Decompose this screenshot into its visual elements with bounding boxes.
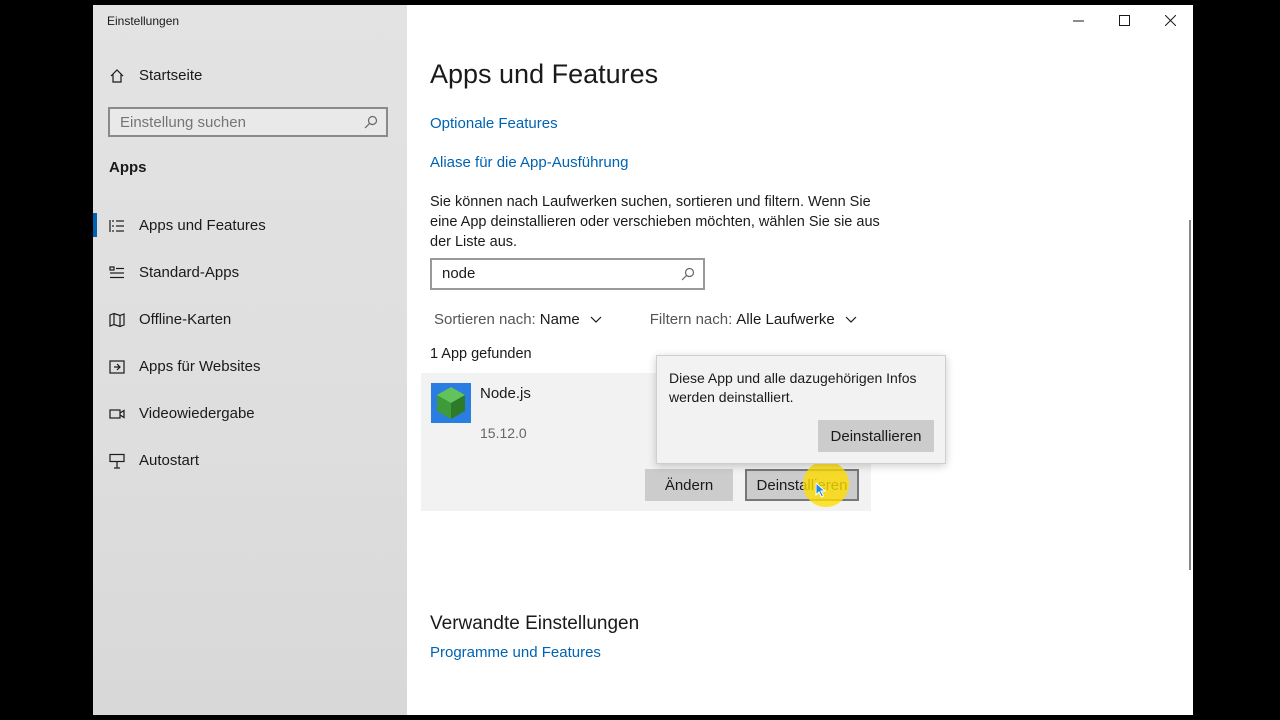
description-text: Sie können nach Laufwerken suchen, sorti… bbox=[430, 194, 880, 250]
sidebar-item-default-apps[interactable]: Standard-Apps bbox=[93, 249, 407, 296]
confirm-uninstall-button[interactable]: Deinstallieren bbox=[818, 420, 934, 452]
flyout-message: Diese App und alle dazugehörigen Infos w… bbox=[669, 370, 917, 405]
list-icon bbox=[109, 219, 124, 232]
sidebar-item-label: Apps für Websites bbox=[139, 358, 261, 375]
maximize-icon bbox=[1118, 14, 1130, 26]
sidebar-item-label: Apps und Features bbox=[139, 217, 266, 234]
window-controls bbox=[1055, 5, 1193, 35]
close-button[interactable] bbox=[1147, 5, 1193, 35]
video-icon bbox=[109, 408, 125, 419]
sort-dropdown[interactable]: Sortieren nach: Name bbox=[434, 311, 602, 328]
sidebar-home-label: Startseite bbox=[139, 67, 203, 84]
app-alias-link[interactable]: Aliase für die App-Ausführung bbox=[430, 154, 628, 171]
minimize-button[interactable] bbox=[1055, 5, 1101, 35]
minimize-icon bbox=[1072, 20, 1084, 21]
website-apps-icon bbox=[109, 359, 125, 374]
sidebar-item-offline-maps[interactable]: Offline-Karten bbox=[93, 296, 407, 343]
sort-label: Sortieren nach: bbox=[434, 311, 536, 328]
home-icon bbox=[110, 68, 124, 83]
default-apps-icon bbox=[109, 265, 124, 278]
settings-window: Einstellungen Startseite Apps Apps und F… bbox=[93, 5, 1193, 715]
chevron-down-icon bbox=[590, 316, 602, 323]
optional-features-link[interactable]: Optionale Features bbox=[430, 115, 558, 132]
nodejs-app-icon bbox=[431, 383, 471, 423]
startup-icon bbox=[109, 453, 125, 469]
page-title: Apps und Features bbox=[430, 59, 659, 89]
close-icon bbox=[1164, 14, 1176, 26]
chevron-down-icon bbox=[845, 316, 857, 323]
uninstall-confirm-flyout: Diese App und alle dazugehörigen Infos w… bbox=[656, 355, 946, 464]
sidebar-item-apps-features[interactable]: Apps und Features bbox=[93, 202, 407, 249]
sidebar-home[interactable]: Startseite bbox=[109, 67, 202, 84]
filter-dropdown[interactable]: Filtern nach: Alle Laufwerke bbox=[650, 311, 857, 328]
app-name: Node.js bbox=[480, 385, 531, 402]
maximize-button[interactable] bbox=[1101, 5, 1147, 35]
hexagon-logo-icon bbox=[431, 383, 471, 423]
related-settings-title: Verwandte Einstellungen bbox=[430, 613, 640, 634]
sort-value: Name bbox=[539, 311, 580, 328]
settings-search-input[interactable] bbox=[110, 112, 362, 132]
sidebar-section-title: Apps bbox=[109, 159, 147, 176]
sidebar-item-video[interactable]: Videowiedergabe bbox=[93, 390, 407, 437]
search-icon bbox=[681, 267, 695, 281]
search-icon bbox=[364, 115, 378, 129]
sidebar: Einstellungen Startseite Apps Apps und F… bbox=[93, 5, 407, 715]
uninstall-button[interactable]: Deinstallieren bbox=[745, 469, 859, 501]
result-count: 1 App gefunden bbox=[430, 346, 532, 362]
sidebar-nav: Apps und Features Standard-Apps Offline-… bbox=[93, 202, 407, 484]
map-icon bbox=[109, 312, 125, 327]
programs-features-link[interactable]: Programme und Features bbox=[430, 644, 601, 661]
app-version: 15.12.0 bbox=[480, 425, 527, 441]
app-search[interactable] bbox=[430, 258, 705, 290]
sidebar-item-label: Offline-Karten bbox=[139, 311, 232, 328]
app-search-input[interactable] bbox=[432, 260, 674, 283]
sidebar-item-label: Autostart bbox=[139, 452, 200, 469]
main-content: Apps und Features Optionale Features Ali… bbox=[407, 5, 1193, 715]
window-title: Einstellungen bbox=[107, 14, 180, 28]
sidebar-item-label: Standard-Apps bbox=[139, 264, 240, 281]
change-button[interactable]: Ändern bbox=[645, 469, 733, 501]
sidebar-item-label: Videowiedergabe bbox=[139, 405, 255, 422]
filter-label: Filtern nach: bbox=[649, 311, 733, 328]
sidebar-item-apps-websites[interactable]: Apps für Websites bbox=[93, 343, 407, 390]
sort-filter-row: Sortieren nach: Name Filtern nach: Alle … bbox=[434, 311, 857, 328]
scrollbar[interactable] bbox=[1189, 220, 1191, 570]
filter-value: Alle Laufwerke bbox=[736, 311, 835, 328]
settings-search[interactable] bbox=[108, 107, 388, 137]
sidebar-item-startup[interactable]: Autostart bbox=[93, 437, 407, 484]
